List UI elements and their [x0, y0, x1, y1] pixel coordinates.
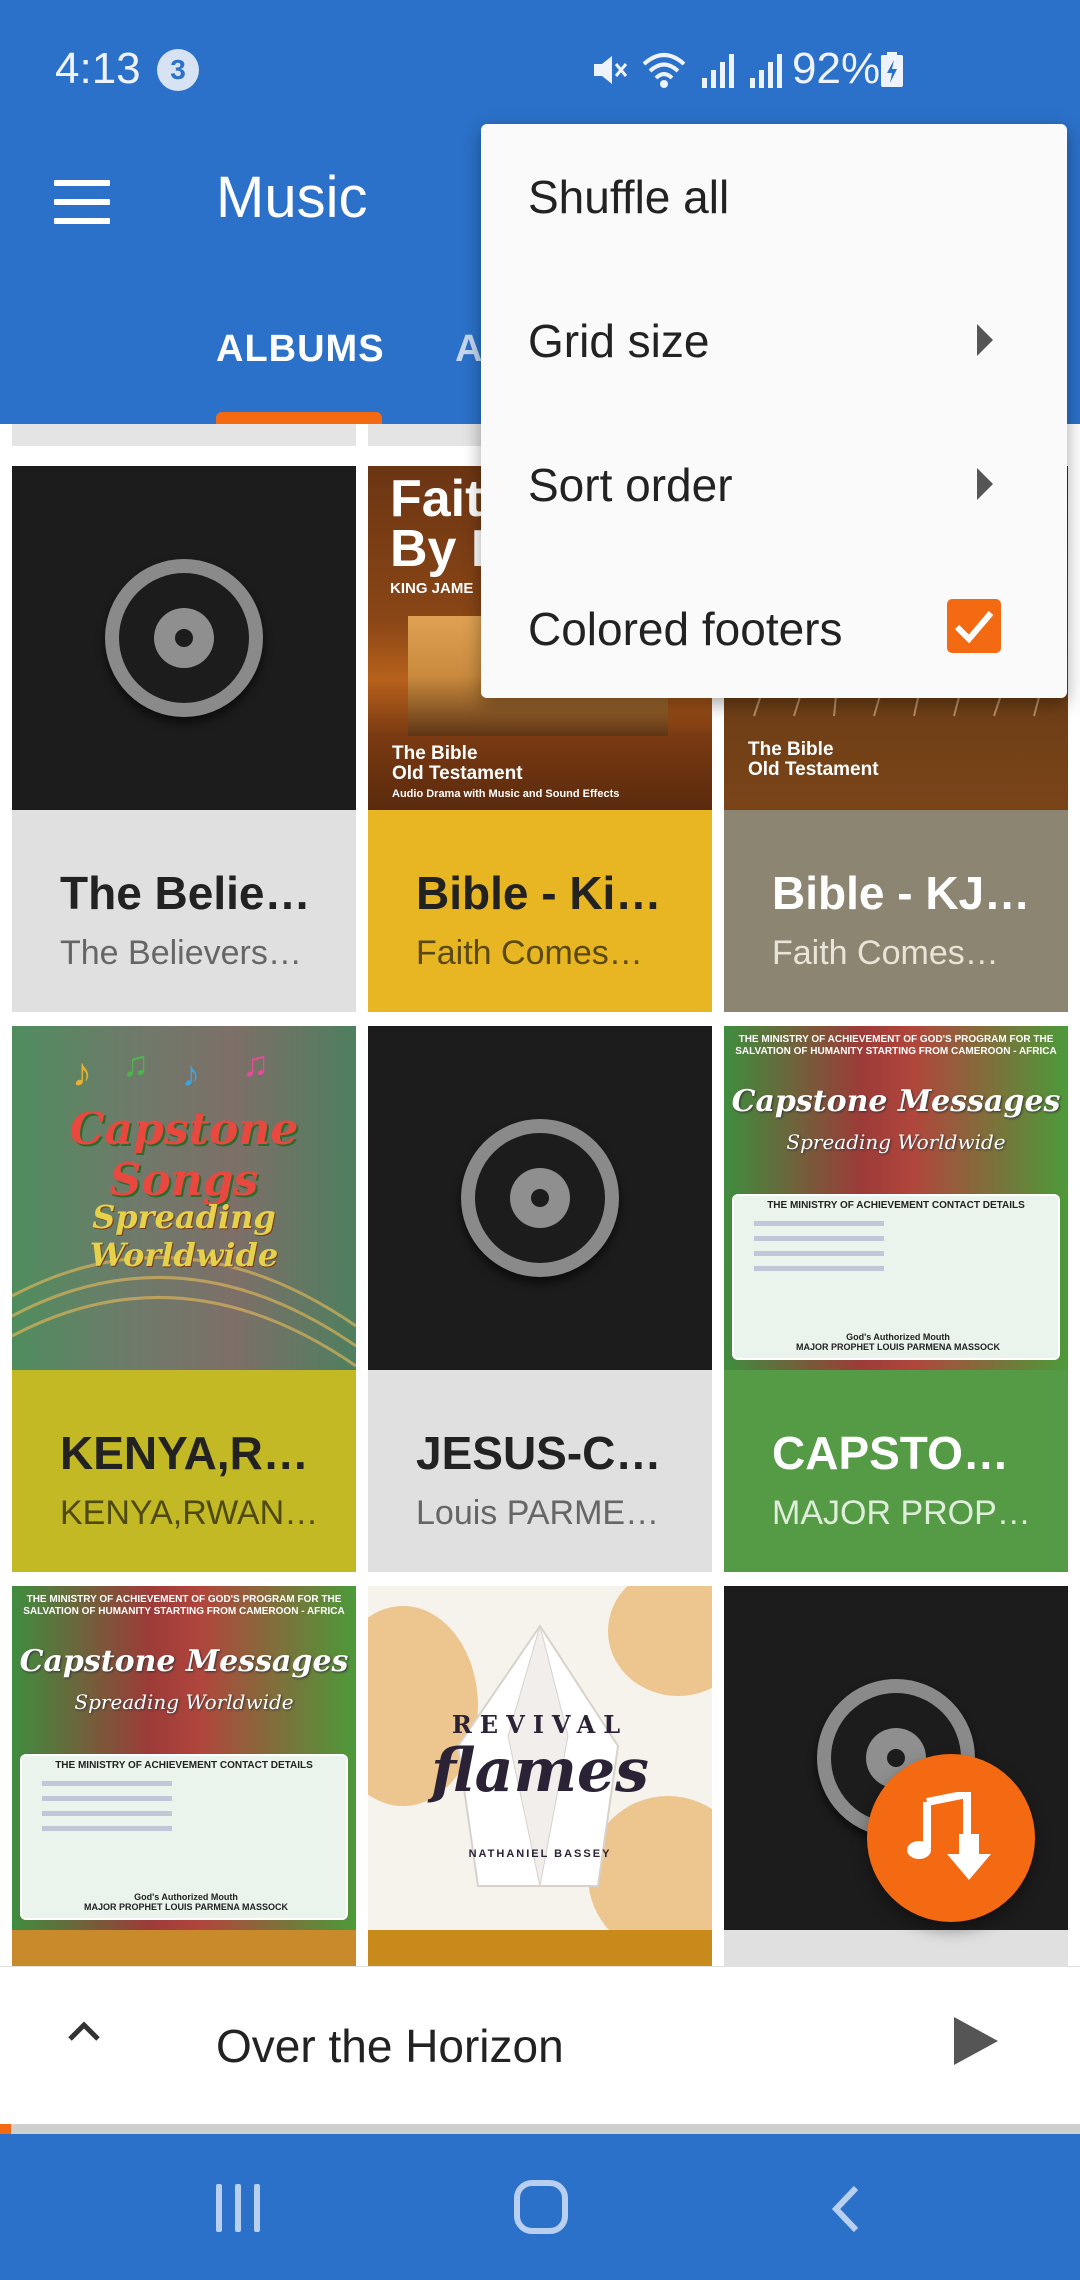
album-art-title: Capstone Songs [69, 1104, 299, 1206]
album-title: KENYA,R… [60, 1427, 309, 1479]
album-card[interactable]: THE MINISTRY OF ACHIEVEMENT OF GOD'S PRO… [724, 1026, 1068, 1572]
menu-item-label: Colored footers [528, 603, 843, 655]
svg-text:♪: ♪ [72, 1051, 92, 1095]
album-footer: Bible - Ki… Faith Comes… [368, 810, 712, 1012]
battery-charging-icon [881, 52, 903, 87]
album-title: Bible - Ki… [416, 867, 662, 919]
menu-item-shuffle-all[interactable]: Shuffle all [481, 124, 1067, 268]
album-card[interactable]: REVIVAL flames NATHANIEL BASSEY [368, 1586, 712, 1966]
shuffle-music-fab[interactable] [867, 1754, 1035, 1922]
status-time: 4:13 [55, 44, 141, 93]
album-card[interactable]: ♪ ♫ ♪ ♫ Capstone Songs Spreading Worldwi… [12, 1026, 356, 1572]
album-art-old-testament: The Bible Old Testament [748, 739, 879, 780]
overflow-menu: Shuffle all Grid size Sort order Colored… [481, 124, 1067, 698]
album-artist: KENYA,RWAN… [60, 1494, 319, 1532]
disc-icon [105, 559, 263, 717]
contact-details-box: THE MINISTRY OF ACHIEVEMENT CONTACT DETA… [732, 1194, 1060, 1360]
playback-progress-fill [0, 2124, 11, 2134]
album-art-capstone-messages: THE MINISTRY OF ACHIEVEMENT OF GOD'S PRO… [12, 1586, 356, 1930]
album-artist: Faith Comes… [416, 934, 643, 972]
back-icon[interactable] [826, 2184, 866, 2234]
play-icon[interactable] [954, 2017, 998, 2065]
album-footer: KENYA,R… KENYA,RWAN… [12, 1370, 356, 1572]
album-art-artist: NATHANIEL BASSEY [468, 1848, 612, 1860]
album-footer [12, 1930, 356, 1966]
album-art-subtext: KING JAME [390, 580, 474, 597]
colored-footers-checkbox[interactable] [947, 599, 1001, 653]
album-art-placeholder [368, 1026, 712, 1370]
svg-text:♪: ♪ [182, 1053, 200, 1094]
recents-icon[interactable] [214, 2184, 264, 2232]
album-art-caption: Audio Drama with Music and Sound Effects [392, 788, 620, 800]
music-app-screen: 4:13 3 92% Music ALBUMS A The Belie… The… [0, 0, 1080, 2280]
album-artist: MAJOR PROP… [772, 1494, 1031, 1532]
disc-icon [461, 1119, 619, 1277]
menu-item-colored-footers[interactable]: Colored footers [481, 556, 1067, 700]
album-footer [724, 1930, 1068, 1966]
album-art-header: THE MINISTRY OF ACHIEVEMENT OF GOD'S PRO… [735, 1034, 1057, 1057]
album-footer: CAPSTO… MAJOR PROP… [724, 1370, 1068, 1572]
album-footer: JESUS-C… Louis PARME… [368, 1370, 712, 1572]
checkmark-icon [954, 611, 994, 644]
home-icon[interactable] [514, 2180, 568, 2234]
svg-text:♫: ♫ [122, 1043, 149, 1084]
tab-artists[interactable]: A [455, 328, 483, 371]
hamburger-menu-icon[interactable] [54, 180, 112, 224]
album-artist: Faith Comes… [772, 934, 999, 972]
album-art-subtitle: flames [431, 1736, 649, 1806]
contact-details-box: THE MINISTRY OF ACHIEVEMENT CONTACT DETA… [20, 1754, 348, 1920]
album-footer: The Belie… The Believers… [12, 810, 356, 1012]
menu-item-label: Shuffle all [528, 171, 730, 223]
menu-item-label: Sort order [528, 459, 733, 511]
music-download-icon [907, 1792, 991, 1880]
tab-indicator [216, 412, 382, 424]
album-title: CAPSTO… [772, 1427, 1009, 1479]
status-icons [588, 48, 784, 92]
album-art-subtitle: Spreading Worldwide [89, 1198, 279, 1274]
chevron-up-icon[interactable] [64, 2011, 104, 2051]
album-card[interactable]: THE MINISTRY OF ACHIEVEMENT OF GOD'S PRO… [12, 1586, 356, 1966]
notification-count-badge: 3 [157, 49, 199, 91]
album-art-text: Fait By I [390, 470, 486, 578]
album-artist: Louis PARME… [416, 1494, 660, 1532]
now-playing-title: Over the Horizon [216, 2020, 564, 2072]
status-bar: 4:13 3 92% [0, 0, 1080, 118]
now-playing-bar[interactable]: Over the Horizon [0, 1966, 1080, 2124]
battery-percent: 92% [792, 44, 881, 93]
album-title: Bible - KJ… [772, 867, 1031, 919]
app-title: Music [216, 165, 368, 230]
svg-text:♫: ♫ [242, 1043, 269, 1084]
submenu-arrow-icon [977, 324, 993, 356]
signal-icon [702, 54, 734, 88]
submenu-arrow-icon [977, 468, 993, 500]
wifi-icon [642, 53, 686, 88]
album-card[interactable]: The Belie… The Believers… [12, 466, 356, 1012]
album-art-capstone-messages: THE MINISTRY OF ACHIEVEMENT OF GOD'S PRO… [724, 1026, 1068, 1370]
album-art-old-testament: The Bible Old Testament [392, 743, 523, 784]
album-art-revival-flames: REVIVAL flames NATHANIEL BASSEY [368, 1586, 712, 1930]
album-art-capstone-songs: ♪ ♫ ♪ ♫ Capstone Songs Spreading Worldwi… [12, 1026, 356, 1370]
tab-albums[interactable]: ALBUMS [216, 328, 385, 371]
album-art-subtitle: Spreading Worldwide [786, 1130, 1006, 1154]
menu-item-label: Grid size [528, 315, 710, 367]
mute-icon [594, 56, 628, 84]
partial-row-footer [12, 424, 356, 446]
album-title: JESUS-C… [416, 1427, 662, 1479]
album-art-title: REVIVAL [451, 1710, 629, 1739]
album-art-title: Capstone Messages [19, 1644, 349, 1679]
playback-progress-bar[interactable] [0, 2124, 1080, 2134]
signal-icon [750, 54, 782, 88]
album-art-subtitle: Spreading Worldwide [74, 1690, 294, 1714]
album-artist: The Believers… [60, 934, 302, 972]
album-title: The Belie… [60, 867, 311, 919]
album-art-title: Capstone Messages [731, 1084, 1061, 1119]
album-footer: Bible - KJ… Faith Comes… [724, 810, 1068, 1012]
menu-item-grid-size[interactable]: Grid size [481, 268, 1067, 412]
album-art-placeholder [12, 466, 356, 810]
album-art-header: THE MINISTRY OF ACHIEVEMENT OF GOD'S PRO… [23, 1594, 345, 1617]
album-card[interactable]: JESUS-C… Louis PARME… [368, 1026, 712, 1572]
album-footer [368, 1930, 712, 1966]
menu-item-sort-order[interactable]: Sort order [481, 412, 1067, 556]
system-navigation-bar [0, 2134, 1080, 2280]
